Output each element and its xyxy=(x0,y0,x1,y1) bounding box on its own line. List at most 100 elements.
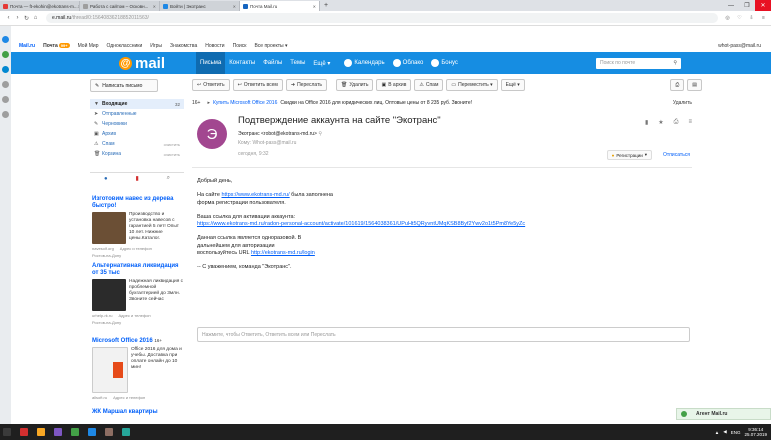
portal-link-news[interactable]: Новости xyxy=(205,43,224,49)
browser-tab[interactable]: Почта — ft-ekohin@ekotrans-m...✕ xyxy=(0,1,80,11)
portal-link-mymir[interactable]: Мой Мир xyxy=(78,43,99,49)
nav-item[interactable]: Облако xyxy=(389,52,428,74)
print-button[interactable]: ⎙ xyxy=(670,79,685,91)
archive-button[interactable]: ▣ В архив xyxy=(376,79,412,91)
browser-tab[interactable]: Работа с сайтом – Осковн... ✕ xyxy=(80,1,160,11)
reply-all-button[interactable]: ↩ Ответить всем xyxy=(232,79,283,91)
folder-item[interactable]: ▣ Архив xyxy=(90,129,184,139)
more-button[interactable]: Ещё ▾ xyxy=(500,79,525,91)
whatsapp-icon[interactable] xyxy=(2,51,9,58)
clock[interactable]: 9:36:14 25.07.2019 xyxy=(744,427,767,437)
nav-item[interactable]: Календарь xyxy=(340,52,388,74)
nav-item[interactable]: Ещё ▾ xyxy=(309,52,334,74)
nav-item[interactable]: Файлы xyxy=(259,52,286,74)
bookmark-icon[interactable]: ♡ xyxy=(736,15,743,22)
tab-close-icon[interactable]: ✕ xyxy=(313,4,316,9)
snapshot-icon[interactable]: ◎ xyxy=(724,15,731,22)
delete-button[interactable]: 🗑 Удалить xyxy=(336,79,374,91)
folder-item[interactable]: 🗑 Корзина очистить xyxy=(90,149,184,159)
ad-block[interactable]: Изготовим навес из дерева быстро! Произв… xyxy=(92,196,184,258)
ad-line-text[interactable]: Скидки на Office 2016 для юридических ли… xyxy=(280,100,472,106)
user-account[interactable]: whot-pass@mail.ru xyxy=(718,43,761,49)
mail-agent-widget[interactable]: Агент Mail.ru xyxy=(676,408,771,420)
ad-block[interactable]: Альтернативная ликвидация от 35 тыс Наде… xyxy=(92,263,184,325)
nav-item[interactable]: Контакты xyxy=(225,52,259,74)
layout-button[interactable]: ▤ xyxy=(687,79,702,91)
app-task-icon[interactable] xyxy=(105,428,113,436)
messenger-icon[interactable] xyxy=(2,36,9,43)
ad-image[interactable] xyxy=(92,279,126,311)
portal-link-all-projects[interactable]: Все проекты ▾ xyxy=(254,43,287,49)
opera-task-icon[interactable] xyxy=(20,428,28,436)
unsubscribe-link[interactable]: Отписаться xyxy=(663,152,690,158)
portal-link-mailru[interactable]: Mail.ru xyxy=(19,43,35,49)
site-link[interactable]: https://www.ekotrans-md.ru/ xyxy=(221,192,289,198)
browser-tab[interactable]: Войти | Экотранс ✕ xyxy=(160,1,240,11)
language-indicator[interactable]: ENG xyxy=(731,430,741,435)
ad-remove-link[interactable]: Удалить xyxy=(673,100,692,106)
category-dropdown[interactable]: ● Регистрации ▾ xyxy=(606,150,652,160)
ad-title[interactable]: Microsoft Office 2016 16+ xyxy=(92,337,184,345)
ad-source[interactable]: navesolf.org xyxy=(92,246,114,251)
activation-link[interactable]: https://www.ekotrans-md.ru/radon-persona… xyxy=(197,221,525,227)
login-link[interactable]: http://ekotrans-md.ru/login xyxy=(251,250,315,256)
message-sender[interactable]: Экотранс <robot@ekotrans-md.ru> ⚲ xyxy=(238,131,322,137)
close-window-button[interactable]: ✕ xyxy=(755,0,771,11)
ad-source[interactable]: urhelp-rk.ru xyxy=(92,313,112,318)
forward-button[interactable]: ➜ Переслать xyxy=(285,79,327,91)
reload-icon[interactable]: ↻ xyxy=(22,15,31,22)
mail-search-input[interactable]: Поиск по почте ⚲ xyxy=(596,57,681,69)
forward-icon[interactable]: › xyxy=(13,15,22,21)
portal-link-dating[interactable]: Знакомства xyxy=(170,43,197,49)
search-icon[interactable]: ⚲ xyxy=(673,60,677,66)
volume-icon[interactable]: ◀ xyxy=(723,429,726,435)
folder-count[interactable]: очистить xyxy=(164,142,180,147)
star-icon[interactable]: ★ xyxy=(658,119,663,126)
ad-contacts[interactable]: Адрес и телефон xyxy=(113,395,145,400)
flag-icon[interactable]: ▮ xyxy=(135,175,138,182)
history-icon[interactable] xyxy=(2,81,9,88)
ad-title[interactable]: ЖК Маршал квартиры xyxy=(92,409,184,416)
minimize-button[interactable]: — xyxy=(723,0,739,11)
app-task-icon[interactable] xyxy=(88,428,96,436)
tab-close-icon[interactable]: ✕ xyxy=(153,4,156,9)
ad-image[interactable] xyxy=(92,212,126,244)
flag-icon[interactable]: ▮ xyxy=(645,119,648,126)
nav-item[interactable]: Бонус xyxy=(427,52,462,74)
print-icon[interactable]: ⎙ xyxy=(674,119,679,126)
quick-reply-input[interactable]: Нажмите, чтобы Ответить, Ответить всем и… xyxy=(197,327,690,342)
ad-contacts[interactable]: Адрес и телефон xyxy=(120,246,152,251)
back-icon[interactable]: ‹ xyxy=(4,15,13,21)
tab-close-icon[interactable]: ✕ xyxy=(233,4,236,9)
attachment-icon[interactable]: ⌕ xyxy=(167,175,170,182)
nav-item[interactable]: Письма xyxy=(196,52,226,74)
ad-title[interactable]: Альтернативная ликвидация от 35 тыс xyxy=(92,263,184,277)
portal-link-mail[interactable]: Почта 99+ xyxy=(43,42,70,49)
portal-link-ok[interactable]: Одноклассники xyxy=(107,43,143,49)
ad-block[interactable]: ЖК Маршал квартиры xyxy=(92,409,184,416)
reply-button[interactable]: ↩ Ответить xyxy=(192,79,230,91)
new-tab-icon[interactable]: + xyxy=(324,2,328,9)
filter-icon[interactable]: ● xyxy=(104,176,108,182)
menu-icon[interactable]: ≡ xyxy=(760,15,767,22)
explorer-task-icon[interactable] xyxy=(37,428,45,436)
telegram-icon[interactable] xyxy=(2,66,9,73)
download-icon[interactable]: ⇩ xyxy=(748,15,755,22)
move-button[interactable]: ▭ Переместить ▾ xyxy=(446,79,498,91)
folder-count[interactable]: очистить xyxy=(164,152,180,157)
ad-image[interactable] xyxy=(92,347,128,393)
bookmarks-icon[interactable] xyxy=(2,96,9,103)
nav-item[interactable]: Темы xyxy=(286,52,309,74)
start-icon[interactable] xyxy=(3,428,11,436)
portal-link-search[interactable]: Поиск xyxy=(233,43,247,49)
folder-item[interactable]: ▼ Входящие 32 xyxy=(90,99,184,109)
home-icon[interactable]: ⌂ xyxy=(31,15,40,21)
folder-item[interactable]: ✎ Черновики xyxy=(90,119,184,129)
ad-block[interactable]: Microsoft Office 2016 16+ Office 2016 дл… xyxy=(92,337,184,400)
ad-title[interactable]: Изготовим навес из дерева быстро! xyxy=(92,196,184,210)
ad-contacts[interactable]: Адрес и телефон xyxy=(118,313,150,318)
sender-avatar[interactable]: Э xyxy=(197,119,227,149)
mail-logo[interactable]: @ mail xyxy=(119,55,165,72)
folder-item[interactable]: ⚠ Спам очистить xyxy=(90,139,184,149)
app-task-icon[interactable] xyxy=(54,428,62,436)
